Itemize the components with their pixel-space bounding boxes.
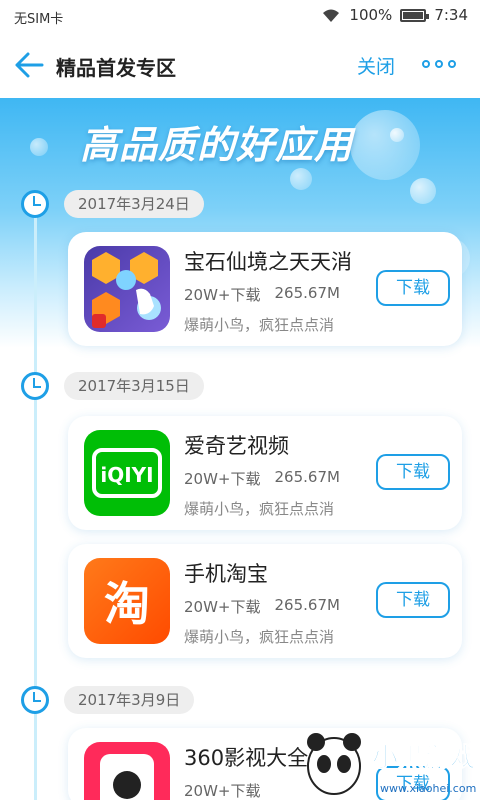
close-button[interactable]: 关闭 <box>357 52 395 79</box>
app-meta: 20W+下载 265.67M <box>184 468 340 489</box>
date-label: 2017年3月9日 <box>64 686 195 714</box>
nav-bar: 精品首发专区 关闭 <box>0 32 480 98</box>
clock-icon <box>21 686 49 714</box>
date-label: 2017年3月15日 <box>64 372 204 400</box>
app-card[interactable]: iQIYI 爱奇艺视频 20W+下载 265.67M 爆萌小鸟，疯狂点点消 下载 <box>68 416 462 530</box>
page-title: 精品首发专区 <box>56 56 176 80</box>
download-count: 20W+下载 <box>184 286 261 304</box>
clock-icon <box>21 372 49 400</box>
file-size: 265.67M <box>274 284 340 302</box>
app-meta: 20W+下载 265.67M <box>184 596 340 617</box>
more-options-icon[interactable] <box>422 54 458 74</box>
app-card[interactable]: 宝石仙境之天天消 20W+下载 265.67M 爆萌小鸟，疯狂点点消 下载 <box>68 232 462 346</box>
app-description: 爆萌小鸟，疯狂点点消 <box>184 628 335 646</box>
date-label: 2017年3月24日 <box>64 190 204 218</box>
download-count: 20W+下载 <box>184 598 261 616</box>
battery-icon <box>400 8 430 22</box>
app-description: 爆萌小鸟，疯狂点点消 <box>184 316 335 334</box>
timeline: 2017年3月24日 宝石仙境之天天消 20W+下载 265.67M 爆萌小鸟，… <box>0 180 480 800</box>
wifi-icon <box>323 9 340 22</box>
iqiyi-icon: iQIYI <box>84 430 170 516</box>
watermark-logo: 小黑游戏 www.xiaohei.com <box>300 722 480 800</box>
download-button[interactable]: 下载 <box>376 270 450 306</box>
watermark-url: www.xiaohei.com <box>380 782 476 795</box>
clock-time: 7:34 <box>434 6 468 24</box>
iqiyi-logo-text: iQIYI <box>100 463 153 487</box>
clock-icon <box>21 190 49 218</box>
watermark-brand: 小黑游戏 <box>372 743 476 773</box>
app-meta: 20W+下载 <box>184 780 261 800</box>
app-card[interactable]: 淘 手机淘宝 20W+下载 265.67M 爆萌小鸟，疯狂点点消 下载 <box>68 544 462 658</box>
360-video-icon <box>84 742 170 800</box>
file-size: 265.67M <box>274 468 340 486</box>
file-size: 265.67M <box>274 596 340 614</box>
download-count: 20W+下载 <box>184 470 261 488</box>
battery-percent: 100% <box>349 6 393 24</box>
status-bar: 无SIM卡 100% 7:34 <box>0 0 480 32</box>
download-button[interactable]: 下载 <box>376 582 450 618</box>
app-name: 手机淘宝 <box>184 562 268 586</box>
app-description: 爆萌小鸟，疯狂点点消 <box>184 500 335 518</box>
app-name: 宝石仙境之天天消 <box>184 250 352 274</box>
app-meta: 20W+下载 265.67M <box>184 284 340 305</box>
taobao-logo-text: 淘 <box>104 577 150 631</box>
status-right: 100% 7:34 <box>321 6 468 24</box>
gem-puzzle-icon <box>84 246 170 332</box>
sim-status: 无SIM卡 <box>14 12 64 27</box>
banner-headline: 高品质的好应用 <box>80 123 354 167</box>
download-button[interactable]: 下载 <box>376 454 450 490</box>
app-name: 爱奇艺视频 <box>184 434 289 458</box>
download-count: 20W+下载 <box>184 782 261 800</box>
taobao-icon: 淘 <box>84 558 170 644</box>
back-arrow-icon[interactable] <box>12 48 46 82</box>
